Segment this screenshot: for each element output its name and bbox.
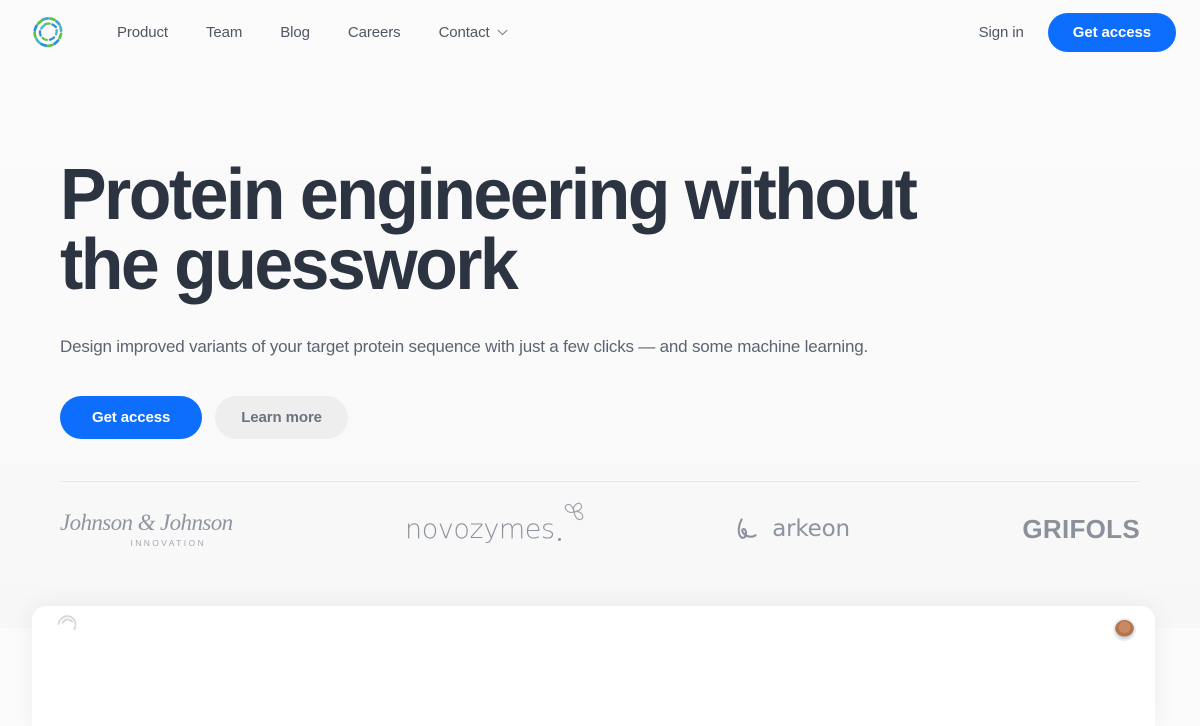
nav-item-blog[interactable]: Blog	[261, 16, 329, 49]
trefoil-mark-icon	[564, 502, 584, 520]
chevron-down-icon	[497, 29, 508, 36]
nav-item-team[interactable]: Team	[187, 16, 261, 49]
page-title: Protein engineering without the guesswor…	[60, 155, 918, 305]
app-preview-card	[32, 606, 1155, 726]
nav-item-careers[interactable]: Careers	[329, 16, 420, 49]
nav-item-product[interactable]: Product	[98, 16, 187, 49]
logo-novozymes: novozymes	[405, 502, 584, 545]
nav-label: Product	[117, 23, 168, 41]
logo-grifols: GRIFOLS	[1022, 516, 1140, 542]
header-actions: Sign in Get access	[965, 12, 1176, 52]
site-header: Product Team Blog Careers Contact Sign i…	[0, 0, 1200, 64]
nav-label: Contact	[438, 23, 490, 41]
sign-in-link[interactable]: Sign in	[965, 16, 1038, 49]
hero-subtitle: Design improved variants of your target …	[60, 337, 869, 356]
app-card-logo-icon	[57, 615, 77, 630]
jnj-wordmark: Johnson & Johnson	[60, 509, 233, 535]
arkeon-mark-icon	[737, 518, 757, 539]
nav-label: Blog	[280, 23, 310, 41]
grifols-wordmark: GRIFOLS	[1022, 514, 1140, 544]
nav-label: Team	[206, 23, 243, 41]
arkeon-wordmark: arkeon	[772, 515, 850, 542]
novozymes-wordmark: novozymes	[405, 513, 555, 545]
get-access-button-hero[interactable]: Get access	[60, 396, 203, 439]
novozymes-registered-dot	[557, 537, 561, 541]
jnj-innovation-label: INNOVATION	[130, 537, 207, 548]
primary-nav: Product Team Blog Careers Contact	[98, 16, 527, 49]
hero-cta-row: Get access Learn more	[60, 396, 1140, 439]
avatar[interactable]	[1113, 618, 1136, 641]
nav-label: Careers	[347, 23, 401, 41]
cradle-logo[interactable]	[28, 12, 68, 52]
learn-more-button[interactable]: Learn more	[215, 396, 348, 439]
nav-item-contact[interactable]: Contact	[420, 16, 527, 49]
logo-arkeon: arkeon	[733, 514, 850, 544]
hero-section: Protein engineering without the guesswor…	[0, 64, 1200, 439]
customer-logo-strip: Johnson & Johnson INNOVATION novozymes a…	[60, 482, 1140, 576]
logo-johnson-and-johnson: Johnson & Johnson INNOVATION	[60, 511, 233, 548]
get-access-button-header[interactable]: Get access	[1047, 12, 1176, 52]
